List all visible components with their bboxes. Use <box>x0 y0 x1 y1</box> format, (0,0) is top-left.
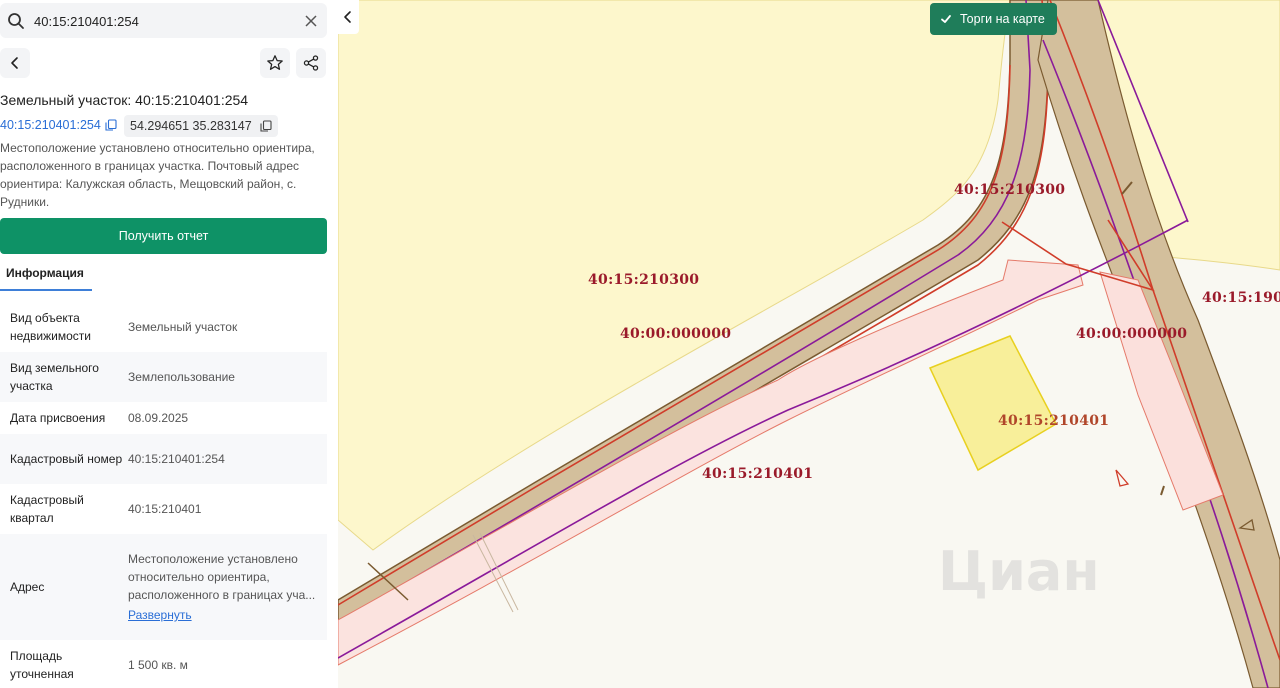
parcel-description: Местоположение установлено относительно … <box>0 141 315 209</box>
chevron-left-icon <box>344 11 351 23</box>
row-value: 08.09.2025 <box>128 411 189 425</box>
table-row: Дата присвоения 08.09.2025 <box>0 402 327 434</box>
search-bar <box>0 3 327 38</box>
selected-parcel <box>928 335 1057 472</box>
check-icon <box>941 15 951 23</box>
cadastral-number-link[interactable]: 40:15:210401:254 <box>0 118 117 132</box>
expand-address-link[interactable]: Развернуть <box>128 606 317 624</box>
parcel-title: Земельный участок: 40:15:210401:254 <box>0 92 249 108</box>
back-button[interactable] <box>0 48 30 78</box>
copy-icon[interactable] <box>260 120 272 132</box>
table-row: Вид земельного участка Землепользование <box>0 352 327 402</box>
map-layer <box>338 0 1280 688</box>
collapse-panel-button[interactable] <box>337 0 359 34</box>
map-label: 40:15:210300 <box>588 272 700 288</box>
row-value: Местоположение установлено относительно … <box>128 550 317 624</box>
get-report-button[interactable]: Получить отчет <box>0 218 327 254</box>
cadastral-map[interactable]: 40:15:210300 40:15:210300 40:00:000000 4… <box>338 0 1280 688</box>
coordinates-text: 54.294651 35.283147 <box>130 119 252 133</box>
share-icon <box>303 55 319 71</box>
favorite-button[interactable] <box>260 48 290 78</box>
row-label: Вид объекта недвижимости <box>10 311 91 343</box>
map-marker <box>1115 469 1130 487</box>
map-label: 40:15:210300 <box>954 182 1066 198</box>
row-value: Земельный участок <box>128 320 238 334</box>
address-text: Местоположение установлено относительно … <box>128 552 316 602</box>
table-row: Кадастровый номер 40:15:210401:254 <box>0 434 327 484</box>
map-tick <box>1160 485 1165 496</box>
row-label: Дата присвоения <box>10 411 106 425</box>
row-label: Вид земельного участка <box>10 361 99 393</box>
row-label: Площадь уточненная <box>10 649 74 681</box>
row-value: 40:15:210401:254 <box>128 452 225 466</box>
map-label: 40:15:190 <box>1202 290 1280 306</box>
tab-active-indicator <box>0 289 92 291</box>
tab-information[interactable]: Информация <box>6 266 84 280</box>
table-row: Вид объекта недвижимости Земельный участ… <box>0 302 327 352</box>
map-label: 40:00:000000 <box>620 326 732 342</box>
map-label: 40:00:000000 <box>1076 326 1188 342</box>
cadastral-number-text: 40:15:210401:254 <box>0 118 101 132</box>
info-table: Вид объекта недвижимости Земельный участ… <box>0 302 327 688</box>
row-value: 1 500 кв. м <box>128 658 188 672</box>
map-label: 40:15:210401 <box>998 413 1110 429</box>
table-row: Адрес Местоположение установлено относит… <box>0 534 327 640</box>
info-panel: Земельный участок: 40:15:210401:254 40:1… <box>0 0 338 688</box>
back-arrow-icon <box>11 57 18 69</box>
copy-icon[interactable] <box>105 119 117 131</box>
row-label: Кадастровый номер <box>10 452 123 466</box>
table-row: Площадь уточненная 1 500 кв. м <box>0 640 327 688</box>
map-label: 40:15:210401 <box>702 466 814 482</box>
watermark-logo: Циан <box>938 540 1100 603</box>
star-icon <box>267 55 283 70</box>
toggle-label: Торги на карте <box>960 12 1045 26</box>
row-value: 40:15:210401 <box>128 502 202 516</box>
coordinates-chip[interactable]: 54.294651 35.283147 <box>124 115 278 137</box>
search-icon <box>8 13 24 29</box>
search-input[interactable] <box>34 11 294 31</box>
row-value: Землепользование <box>128 370 235 384</box>
auctions-on-map-toggle[interactable]: Торги на карте <box>930 3 1057 35</box>
row-label: Кадастровый квартал <box>10 493 84 525</box>
row-label: Адрес <box>10 580 45 594</box>
table-row: Кадастровый квартал 40:15:210401 <box>0 484 327 534</box>
share-button[interactable] <box>296 48 326 78</box>
close-icon[interactable] <box>304 14 318 28</box>
